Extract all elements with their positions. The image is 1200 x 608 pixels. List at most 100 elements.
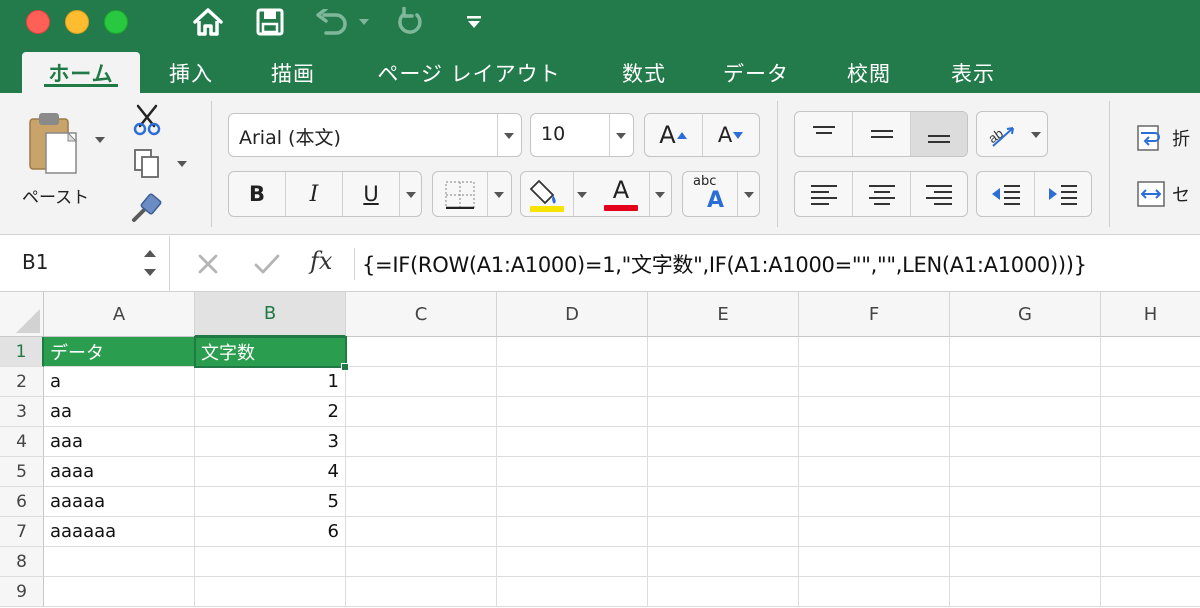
minimize-window-button[interactable] bbox=[65, 10, 89, 34]
cell-g4[interactable] bbox=[950, 427, 1101, 457]
cell-c8[interactable] bbox=[346, 547, 497, 577]
cell-f8[interactable] bbox=[799, 547, 950, 577]
increase-indent-button[interactable] bbox=[1035, 172, 1091, 216]
home-icon[interactable] bbox=[190, 4, 226, 40]
wrap-text-label[interactable]: 折 bbox=[1172, 125, 1190, 151]
italic-button[interactable]: I bbox=[286, 172, 342, 216]
cell-b6[interactable]: 5 bbox=[195, 487, 346, 517]
cell-a1[interactable]: データ bbox=[44, 337, 195, 367]
cell-b4[interactable]: 3 bbox=[195, 427, 346, 457]
cell-e1[interactable] bbox=[648, 337, 799, 367]
cell-h4[interactable] bbox=[1101, 427, 1200, 457]
maximize-window-button[interactable] bbox=[104, 10, 128, 34]
cell-g5[interactable] bbox=[950, 457, 1101, 487]
column-header-e[interactable]: E bbox=[648, 292, 799, 337]
cell-a7[interactable]: aaaaaa bbox=[44, 517, 195, 547]
grow-font-button[interactable]: A bbox=[645, 114, 702, 156]
copy-options-chevron-icon[interactable] bbox=[177, 161, 187, 167]
align-middle-button[interactable] bbox=[853, 112, 910, 156]
cell-e4[interactable] bbox=[648, 427, 799, 457]
redo-icon[interactable] bbox=[392, 4, 428, 40]
cell-e8[interactable] bbox=[648, 547, 799, 577]
cell-c4[interactable] bbox=[346, 427, 497, 457]
cell-h2[interactable] bbox=[1101, 367, 1200, 397]
check-icon[interactable] bbox=[250, 248, 284, 280]
close-icon[interactable] bbox=[192, 248, 224, 280]
borders-button[interactable] bbox=[432, 171, 512, 217]
cell-f1[interactable] bbox=[799, 337, 950, 367]
phonetic-guide-button[interactable]: abc A bbox=[682, 171, 760, 217]
cell-a5[interactable]: aaaa bbox=[44, 457, 195, 487]
cell-c2[interactable] bbox=[346, 367, 497, 397]
undo-menu-chevron-icon[interactable] bbox=[356, 4, 372, 40]
save-icon[interactable] bbox=[252, 4, 288, 40]
paste-options-chevron-icon[interactable] bbox=[95, 137, 105, 143]
align-right-button[interactable] bbox=[911, 172, 967, 216]
column-header-b[interactable]: B bbox=[195, 292, 346, 337]
customize-toolbar-icon[interactable] bbox=[462, 4, 486, 40]
cell-e7[interactable] bbox=[648, 517, 799, 547]
align-bottom-button[interactable] bbox=[911, 112, 967, 156]
cell-e9[interactable] bbox=[648, 577, 799, 607]
cell-g1[interactable] bbox=[950, 337, 1101, 367]
column-header-f[interactable]: F bbox=[799, 292, 950, 337]
column-header-h[interactable]: H bbox=[1101, 292, 1200, 337]
tab-formulas[interactable]: 数式 bbox=[600, 52, 688, 93]
cell-b7[interactable]: 6 bbox=[195, 517, 346, 547]
cell-c6[interactable] bbox=[346, 487, 497, 517]
column-header-g[interactable]: G bbox=[950, 292, 1101, 337]
cell-e3[interactable] bbox=[648, 397, 799, 427]
close-window-button[interactable] bbox=[26, 10, 50, 34]
row-header-1[interactable]: 1 bbox=[0, 337, 44, 367]
decrease-indent-button[interactable] bbox=[977, 172, 1034, 216]
cell-f4[interactable] bbox=[799, 427, 950, 457]
align-left-button[interactable] bbox=[795, 172, 852, 216]
merge-center-icon[interactable] bbox=[1136, 179, 1166, 209]
cell-b2[interactable]: 1 bbox=[195, 367, 346, 397]
cell-e6[interactable] bbox=[648, 487, 799, 517]
fill-handle[interactable] bbox=[341, 363, 349, 371]
cell-g7[interactable] bbox=[950, 517, 1101, 547]
cell-a8[interactable] bbox=[44, 547, 195, 577]
cell-h8[interactable] bbox=[1101, 547, 1200, 577]
column-header-c[interactable]: C bbox=[346, 292, 497, 337]
cell-a6[interactable]: aaaaa bbox=[44, 487, 195, 517]
font-name-select[interactable]: Arial (本文) bbox=[228, 113, 522, 157]
underline-options-chevron-icon[interactable] bbox=[406, 192, 416, 198]
cell-g9[interactable] bbox=[950, 577, 1101, 607]
cell-a2[interactable]: a bbox=[44, 367, 195, 397]
column-header-a[interactable]: A bbox=[44, 292, 195, 337]
cell-g2[interactable] bbox=[950, 367, 1101, 397]
cell-d5[interactable] bbox=[497, 457, 648, 487]
row-header-9[interactable]: 9 bbox=[0, 577, 44, 607]
cell-f3[interactable] bbox=[799, 397, 950, 427]
cell-d6[interactable] bbox=[497, 487, 648, 517]
row-header-8[interactable]: 8 bbox=[0, 547, 44, 577]
cell-a4[interactable]: aaa bbox=[44, 427, 195, 457]
cell-c3[interactable] bbox=[346, 397, 497, 427]
cell-e2[interactable] bbox=[648, 367, 799, 397]
cell-d7[interactable] bbox=[497, 517, 648, 547]
cell-b5[interactable]: 4 bbox=[195, 457, 346, 487]
cell-b9[interactable] bbox=[195, 577, 346, 607]
orientation-button[interactable]: ab bbox=[976, 111, 1048, 157]
row-header-5[interactable]: 5 bbox=[0, 457, 44, 487]
cell-d1[interactable] bbox=[497, 337, 648, 367]
fill-color-button[interactable] bbox=[521, 172, 573, 216]
tab-view[interactable]: 表示 bbox=[930, 52, 1016, 93]
copy-icon[interactable] bbox=[130, 147, 164, 181]
tab-data[interactable]: データ bbox=[706, 52, 806, 93]
column-header-d[interactable]: D bbox=[497, 292, 648, 337]
cell-d4[interactable] bbox=[497, 427, 648, 457]
cell-a9[interactable] bbox=[44, 577, 195, 607]
row-header-6[interactable]: 6 bbox=[0, 487, 44, 517]
cell-h5[interactable] bbox=[1101, 457, 1200, 487]
cell-e5[interactable] bbox=[648, 457, 799, 487]
cell-g3[interactable] bbox=[950, 397, 1101, 427]
cell-f9[interactable] bbox=[799, 577, 950, 607]
cell-d9[interactable] bbox=[497, 577, 648, 607]
tab-page-layout[interactable]: ページ レイアウト bbox=[356, 52, 582, 93]
cell-h9[interactable] bbox=[1101, 577, 1200, 607]
cell-c5[interactable] bbox=[346, 457, 497, 487]
cell-f5[interactable] bbox=[799, 457, 950, 487]
